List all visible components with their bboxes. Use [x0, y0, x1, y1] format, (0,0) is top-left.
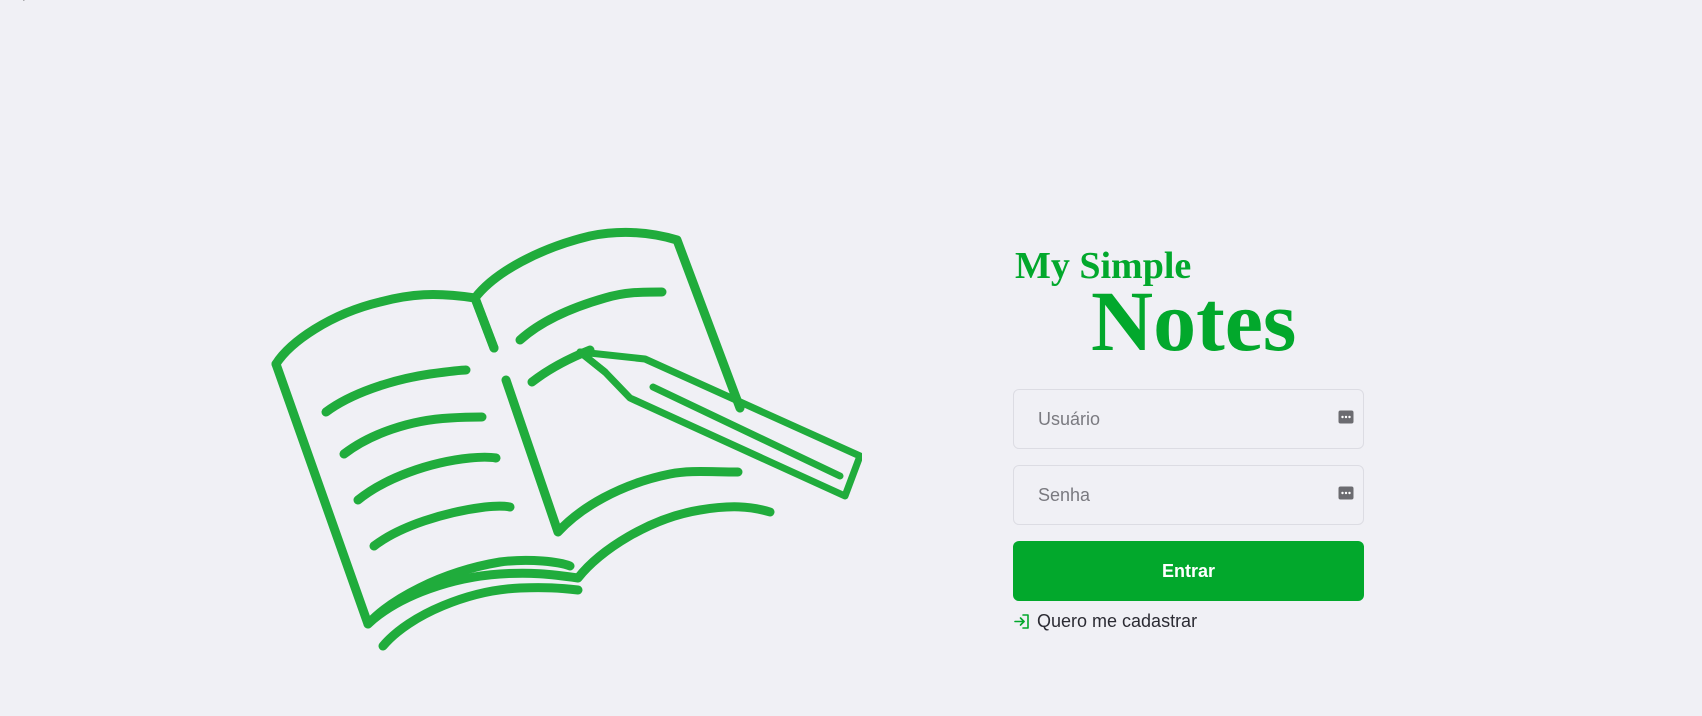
username-field	[1013, 389, 1364, 449]
login-button[interactable]: Entrar	[1013, 541, 1364, 601]
login-page: · My Simple Notes Usuário Entrar Quero m…	[0, 0, 1702, 716]
logo-line-2: Notes	[1091, 273, 1296, 358]
register-link-label: Quero me cadastrar	[1037, 611, 1198, 631]
username-input[interactable]	[1014, 390, 1363, 448]
login-panel: My Simple Notes Entrar	[1013, 240, 1364, 632]
password-input[interactable]	[1014, 466, 1363, 524]
hero-illustration	[270, 222, 864, 654]
open-book-icon	[271, 228, 864, 651]
corner-glyph: ·	[22, 0, 26, 6]
register-link[interactable]: Quero me cadastrar	[1013, 611, 1364, 632]
logo-graphic: My Simple Notes	[1015, 245, 1296, 358]
password-field	[1013, 465, 1364, 525]
login-icon	[1014, 614, 1029, 629]
keychain-icon[interactable]	[1338, 410, 1354, 424]
brand-logo: My Simple Notes	[1013, 240, 1364, 358]
keychain-icon[interactable]	[1338, 486, 1354, 500]
